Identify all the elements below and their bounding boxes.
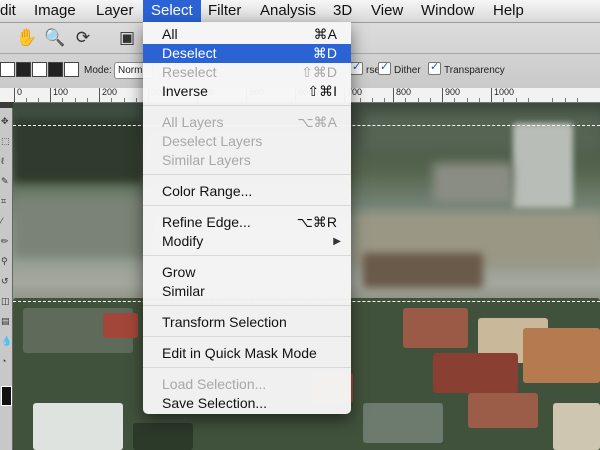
menu-separator [143, 255, 351, 256]
blur-tool-icon[interactable]: 💧 [1, 336, 12, 346]
menu-filter[interactable]: Filter [200, 0, 249, 22]
eyedropper-tool-icon[interactable]: ⁄ [1, 216, 11, 226]
checkbox-check-icon [428, 60, 441, 75]
gradient-tool-icon[interactable]: ▤ [1, 316, 11, 326]
zoom-tool-icon[interactable]: 🔍 [44, 27, 66, 49]
ruler-tick-label: 800 [393, 88, 411, 102]
rotate-view-icon[interactable]: ⟳ [72, 27, 94, 49]
menu-separator [143, 105, 351, 106]
menu-item-transform-selection[interactable]: Transform Selection [143, 313, 351, 332]
arrange-documents-icon[interactable]: ▣ [116, 27, 138, 49]
ruler-tick-label: 900 [442, 88, 460, 102]
move-tool-icon[interactable]: ✥ [1, 116, 11, 126]
menu-separator [143, 174, 351, 175]
menu-item-refine-edge[interactable]: Refine Edge... ⌥⌘R [143, 213, 351, 232]
ruler-tick-label: 200 [99, 88, 117, 102]
dither-label: Dither [394, 65, 421, 76]
menu-analysis[interactable]: Analysis [252, 0, 324, 22]
menu-help[interactable]: Help [485, 0, 532, 22]
menu-item-grow[interactable]: Grow [143, 263, 351, 282]
menu-item-reselect: Reselect ⇧⌘D [162, 64, 337, 80]
hand-tool-icon[interactable]: ✋ [16, 27, 38, 49]
checkbox-check-icon [378, 60, 391, 75]
menu-separator [143, 336, 351, 337]
menu-3d[interactable]: 3D [325, 0, 360, 22]
reverse-checkbox[interactable]: rse [350, 60, 380, 76]
menu-item-deselect[interactable]: Deselect ⌘D [143, 44, 351, 63]
eraser-tool-icon[interactable]: ◫ [1, 296, 11, 306]
dodge-tool-icon[interactable]: ◔ [1, 356, 11, 366]
transparency-label: Transparency [444, 65, 505, 76]
ruler-tick-label: 100 [50, 88, 68, 102]
marquee-tool-icon[interactable]: ⬚ [1, 136, 11, 146]
menu-bar: dit Image Layer Select Filter Analysis 3… [0, 0, 600, 23]
menu-item-deselect-layers: Deselect Layers [162, 133, 263, 149]
menu-item-all[interactable]: All ⌘A [143, 25, 351, 44]
diamond-gradient-icon[interactable] [64, 62, 79, 78]
crop-tool-icon[interactable]: ⌗ [1, 196, 11, 206]
brush-tool-icon[interactable]: ✏ [1, 236, 11, 246]
linear-gradient-icon[interactable] [0, 62, 15, 78]
menu-window[interactable]: Window [413, 0, 482, 22]
menu-image[interactable]: Image [26, 0, 84, 22]
lasso-tool-icon[interactable]: ℓ [1, 156, 11, 166]
stamp-tool-icon[interactable]: ⚲ [1, 256, 11, 266]
transparency-checkbox[interactable]: Transparency [428, 60, 505, 76]
menu-separator [143, 305, 351, 306]
submenu-arrow-icon: ▶ [333, 236, 341, 247]
menu-item-similar[interactable]: Similar [143, 282, 351, 301]
mode-label: Mode: [84, 65, 112, 76]
menu-view[interactable]: View [363, 0, 411, 22]
radial-gradient-icon[interactable] [16, 62, 31, 78]
gradient-type-group [0, 61, 80, 81]
menu-item-save-selection[interactable]: Save Selection... [143, 394, 351, 413]
menu-item-modify[interactable]: Modify ▶ [143, 232, 351, 251]
quick-selection-tool-icon[interactable]: ✎ [1, 176, 11, 186]
reflected-gradient-icon[interactable] [48, 62, 63, 78]
menu-layer[interactable]: Layer [88, 0, 142, 22]
menu-item-similar-layers: Similar Layers [162, 152, 251, 168]
tools-panel: ✥ ⬚ ℓ ✎ ⌗ ⁄ ✏ ⚲ ↺ ◫ ▤ 💧 ◔ [0, 108, 13, 450]
menu-separator [143, 367, 351, 368]
ruler-tick-label: 0 [14, 88, 22, 102]
history-brush-icon[interactable]: ↺ [1, 276, 11, 286]
foreground-color-swatch[interactable] [1, 386, 12, 406]
menu-item-load-selection: Load Selection... [162, 376, 267, 392]
checkbox-check-icon [350, 60, 363, 75]
menu-separator [143, 205, 351, 206]
select-menu-dropdown: All ⌘A Deselect ⌘D Reselect ⇧⌘D Inverse ⇧⌘I … [143, 22, 351, 414]
menu-item-color-range[interactable]: Color Range... [143, 182, 351, 201]
menu-edit[interactable]: dit [0, 0, 24, 22]
menu-item-inverse[interactable]: Inverse ⇧⌘I [143, 82, 351, 101]
menu-item-quick-mask[interactable]: Edit in Quick Mask Mode [143, 344, 351, 363]
menu-item-all-layers: All Layers ⌥⌘A [162, 114, 337, 130]
menu-select[interactable]: Select [143, 0, 201, 22]
angle-gradient-icon[interactable] [32, 62, 47, 78]
dither-checkbox[interactable]: Dither [378, 60, 421, 76]
